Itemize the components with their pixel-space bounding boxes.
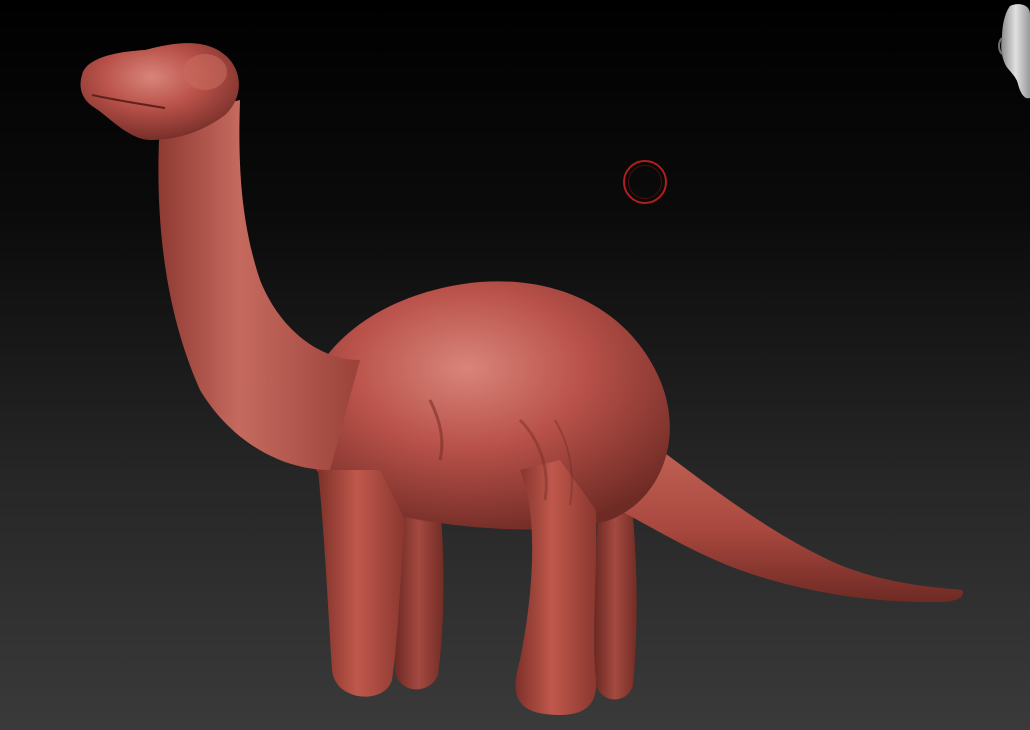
eye-ridge: [183, 54, 227, 90]
sculpt-canvas[interactable]: [0, 0, 1030, 730]
head-icon[interactable]: [996, 0, 1030, 104]
neck: [158, 100, 360, 470]
brush-cursor: [623, 160, 667, 204]
dinosaur-model: [80, 43, 964, 715]
back-right-leg: [593, 505, 637, 700]
navigation-head-widget[interactable]: [996, 0, 1030, 104]
front-left-leg: [318, 470, 405, 697]
